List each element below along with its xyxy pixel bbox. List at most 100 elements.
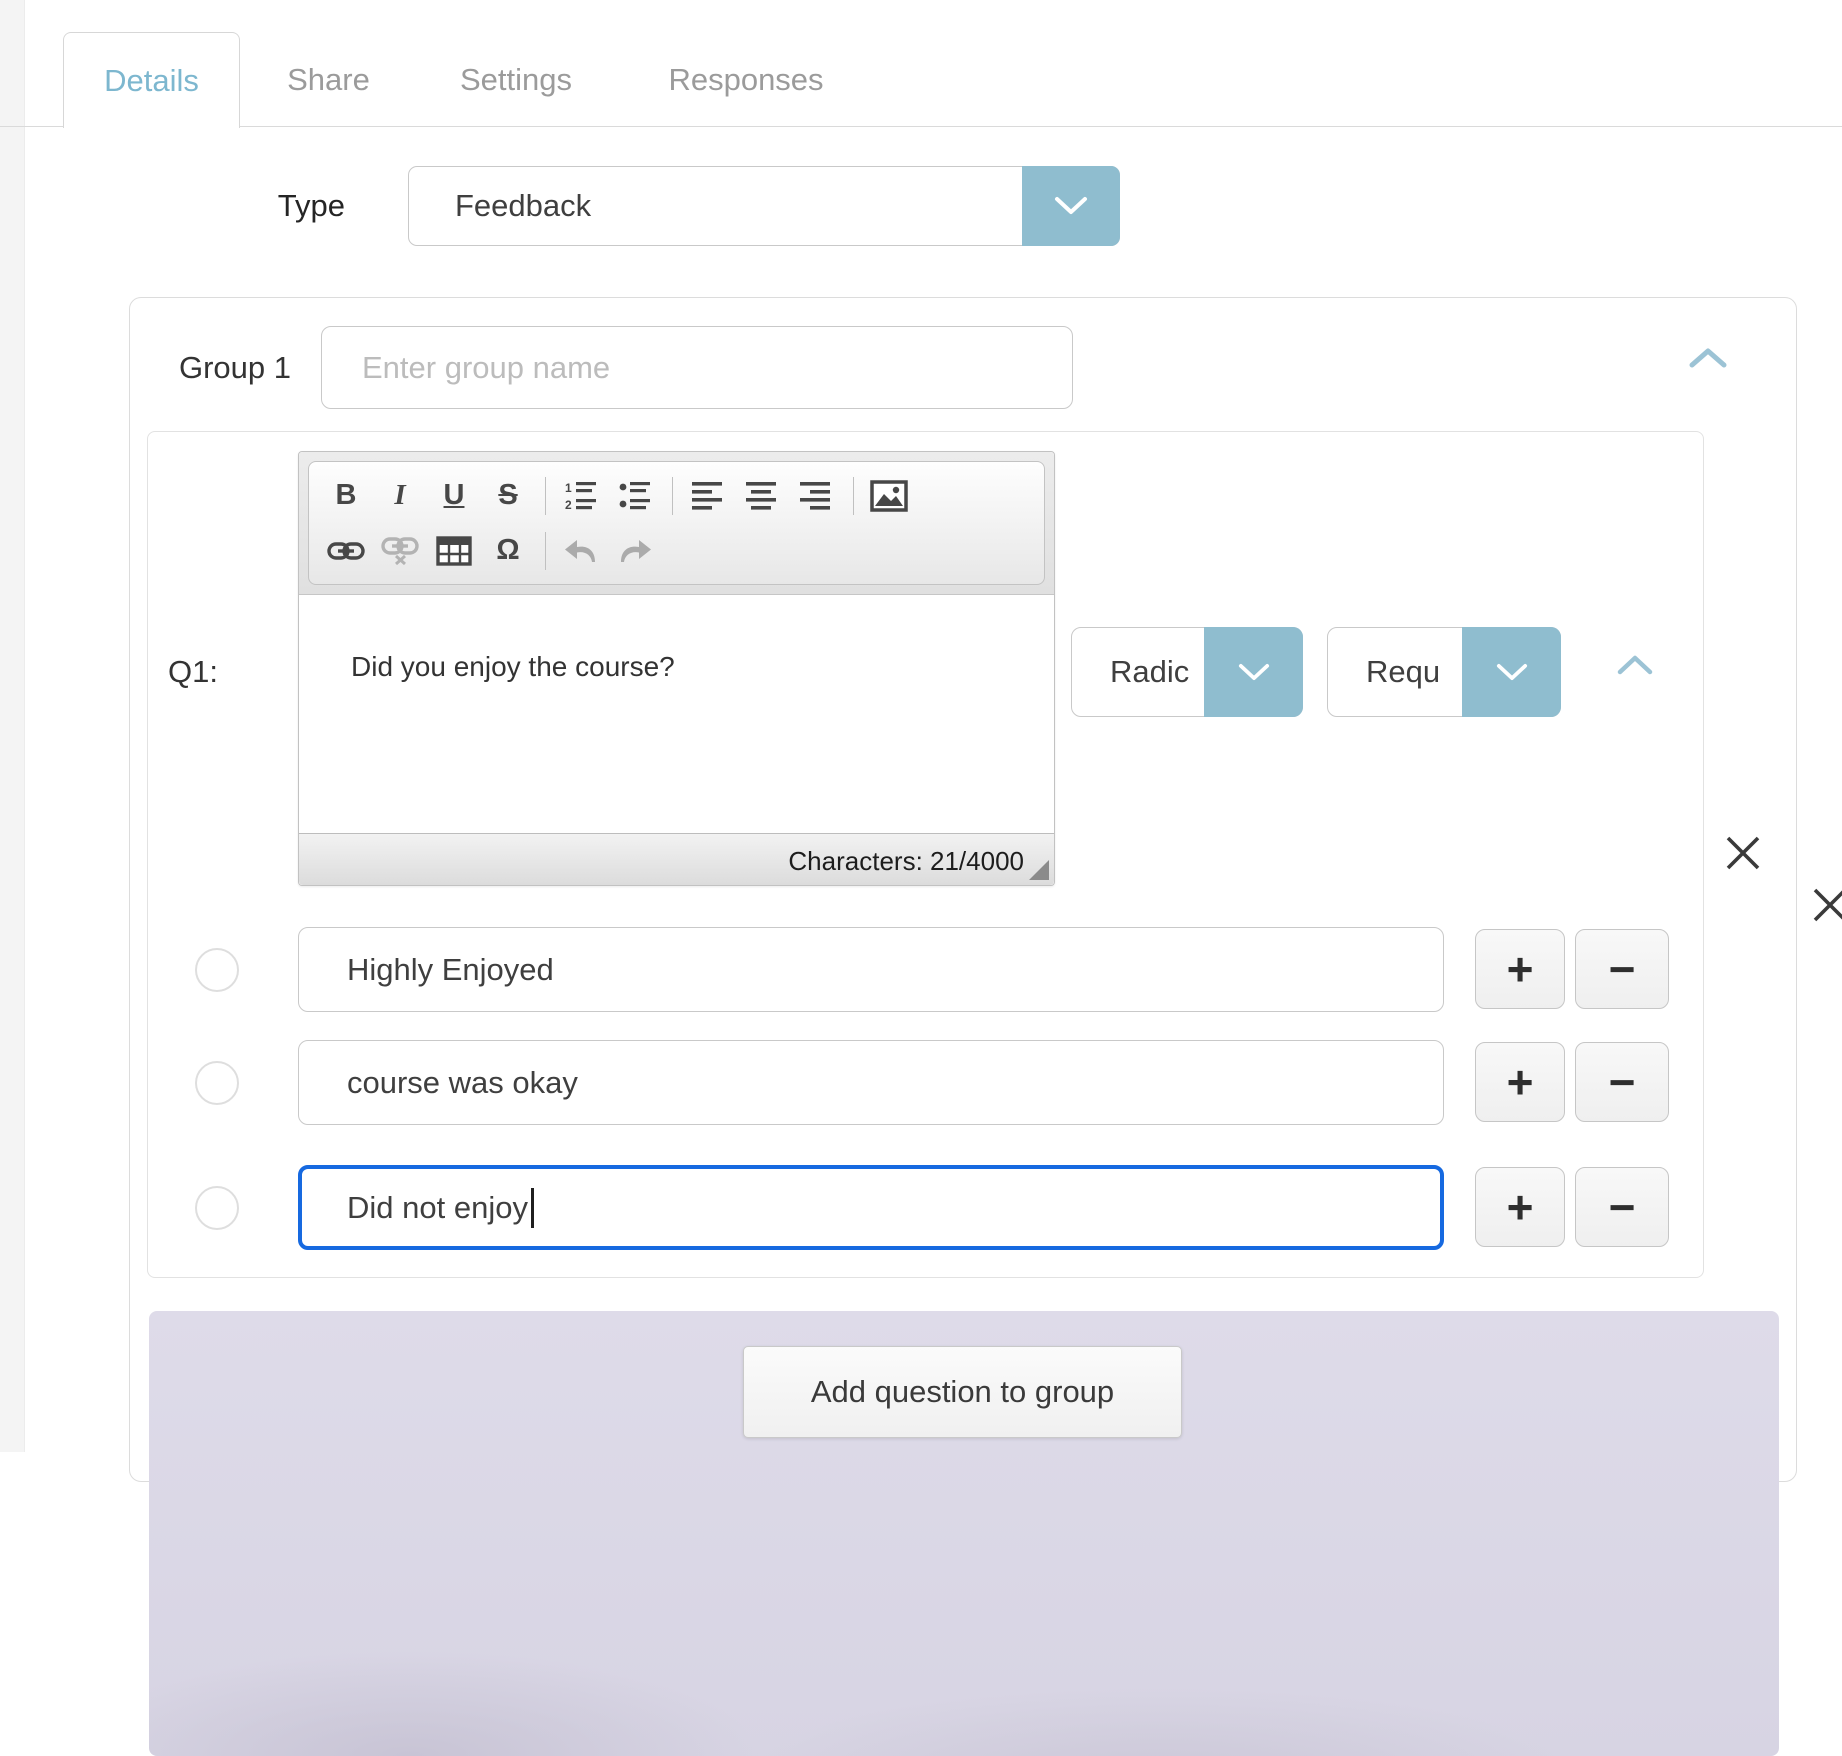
close-x-icon: [1806, 881, 1842, 929]
toolbar-separator: [545, 532, 546, 570]
add-option-button[interactable]: +: [1475, 1042, 1565, 1122]
ordered-list-icon: 1 2: [565, 481, 597, 511]
question-label: Q1:: [168, 654, 218, 690]
undo-icon: [563, 538, 599, 564]
option-row: course was okay + −: [148, 1040, 1705, 1125]
chevron-down-icon: [1054, 196, 1088, 216]
image-icon: [870, 480, 908, 512]
toolbar-row-2: Ω: [323, 523, 1030, 578]
survey-builder-page: { "tabs": { "details": "Details", "share…: [0, 0, 1842, 1452]
remove-option-button[interactable]: −: [1575, 1042, 1669, 1122]
underline-icon: U: [444, 481, 465, 510]
link-icon: [327, 540, 365, 562]
toolbar-separator: [545, 477, 546, 515]
tab-responses-label: Responses: [668, 62, 823, 98]
ordered-list-button[interactable]: 1 2: [558, 474, 604, 518]
question-required-select[interactable]: Requ: [1327, 627, 1561, 717]
tab-responses[interactable]: Responses: [615, 32, 877, 127]
remove-group-button[interactable]: [1806, 881, 1842, 932]
option-value: Did not enjoy: [347, 1190, 528, 1226]
add-question-button[interactable]: Add question to group: [743, 1346, 1182, 1438]
strikethrough-button[interactable]: S: [485, 474, 531, 518]
image-button[interactable]: [866, 474, 912, 518]
close-x-icon: [1720, 830, 1766, 876]
option-value: Highly Enjoyed: [347, 952, 554, 988]
minus-icon: −: [1609, 1059, 1636, 1105]
svg-text:1: 1: [565, 481, 572, 495]
option-value: course was okay: [347, 1065, 578, 1101]
type-select-value: Feedback: [455, 167, 591, 245]
toolbar-separator: [853, 477, 854, 515]
question-type-select[interactable]: Radic: [1071, 627, 1303, 717]
toolbar-separator: [672, 477, 673, 515]
option-row: Highly Enjoyed + −: [148, 927, 1705, 1012]
remove-question-button[interactable]: [1720, 830, 1766, 879]
radio-button[interactable]: [195, 948, 239, 992]
radio-button[interactable]: [195, 1186, 239, 1230]
add-option-button[interactable]: +: [1475, 1167, 1565, 1247]
unlink-button[interactable]: [377, 529, 423, 573]
bold-icon: B: [336, 481, 357, 510]
underline-button[interactable]: U: [431, 474, 477, 518]
tab-share[interactable]: Share: [240, 32, 417, 127]
bold-button[interactable]: B: [323, 474, 369, 518]
radio-button[interactable]: [195, 1061, 239, 1105]
italic-icon: I: [394, 481, 405, 510]
omega-icon: Ω: [496, 536, 519, 565]
tab-details[interactable]: Details: [63, 32, 240, 128]
type-label: Type: [230, 166, 345, 246]
option-input-focused[interactable]: Did not enjoy: [298, 1165, 1444, 1250]
rich-text-editor: B I U S 1: [298, 451, 1055, 886]
tab-settings[interactable]: Settings: [417, 32, 615, 127]
table-button[interactable]: [431, 529, 477, 573]
unlink-icon: [381, 537, 419, 565]
editor-toolbar: B I U S 1: [308, 461, 1045, 585]
minus-icon: −: [1609, 946, 1636, 992]
question-card: Q1: B I U S: [147, 431, 1704, 1278]
group-collapse-button[interactable]: [1688, 346, 1728, 373]
toolbar-row-1: B I U S 1: [323, 468, 1030, 523]
group-panel: Group 1 Q1: B I U: [129, 297, 1797, 1482]
option-input[interactable]: Highly Enjoyed: [298, 927, 1444, 1012]
add-question-panel: Add question to group: [149, 1311, 1779, 1756]
add-option-button[interactable]: +: [1475, 929, 1565, 1009]
bullet-list-icon: [619, 481, 651, 511]
char-counter: Characters: 21/4000: [788, 846, 1024, 877]
question-type-select-button[interactable]: [1204, 627, 1303, 717]
editor-toolbar-chrome: B I U S 1: [299, 452, 1054, 595]
undo-button[interactable]: [558, 529, 604, 573]
redo-button[interactable]: [612, 529, 658, 573]
type-select-button[interactable]: [1022, 166, 1120, 246]
resize-handle-icon[interactable]: [1029, 860, 1049, 880]
align-center-icon: [746, 482, 778, 510]
option-input[interactable]: course was okay: [298, 1040, 1444, 1125]
chevron-up-icon: [1616, 654, 1654, 676]
tab-share-label: Share: [287, 62, 370, 98]
group-label: Group 1: [179, 326, 291, 409]
editor-content[interactable]: Did you enjoy the course?: [299, 595, 1054, 833]
group-name-input[interactable]: [321, 326, 1073, 409]
chevron-down-icon: [1496, 663, 1528, 682]
link-button[interactable]: [323, 529, 369, 573]
question-collapse-button[interactable]: [1616, 654, 1654, 679]
chevron-up-icon: [1688, 346, 1728, 370]
align-right-icon: [800, 482, 832, 510]
question-required-select-button[interactable]: [1462, 627, 1561, 717]
redo-icon: [617, 538, 653, 564]
italic-button[interactable]: I: [377, 474, 423, 518]
align-right-button[interactable]: [793, 474, 839, 518]
special-char-button[interactable]: Ω: [485, 529, 531, 573]
remove-option-button[interactable]: −: [1575, 1167, 1669, 1247]
editor-statusbar: Characters: 21/4000: [299, 833, 1054, 885]
type-select[interactable]: Feedback: [408, 166, 1120, 246]
align-center-button[interactable]: [739, 474, 785, 518]
minus-icon: −: [1609, 1184, 1636, 1230]
question-required-value: Requ: [1366, 628, 1440, 716]
align-left-button[interactable]: [685, 474, 731, 518]
remove-option-button[interactable]: −: [1575, 929, 1669, 1009]
plus-icon: +: [1507, 1059, 1534, 1105]
plus-icon: +: [1507, 1184, 1534, 1230]
strikethrough-icon: S: [498, 481, 517, 510]
left-gutter: [0, 0, 25, 1452]
bullet-list-button[interactable]: [612, 474, 658, 518]
